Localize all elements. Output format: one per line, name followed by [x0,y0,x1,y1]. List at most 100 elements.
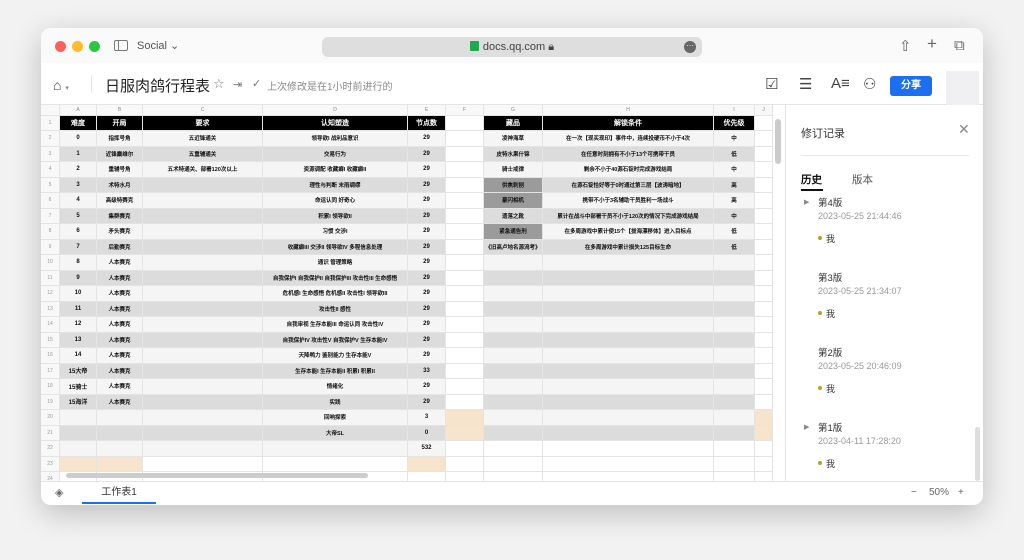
cell[interactable] [543,317,714,333]
cell[interactable]: 11 [60,301,97,317]
cell[interactable] [446,379,484,395]
cell[interactable]: 29 [408,131,446,147]
cell[interactable]: 29 [408,193,446,209]
cell[interactable]: 自我保护I 自我保护II 自我保护III 攻击性III 生命感悟 [263,270,408,286]
cell[interactable] [714,348,755,364]
row-header[interactable]: 3 [41,146,60,162]
sheet-tab[interactable]: 工作表1 [82,482,156,504]
cell[interactable] [446,301,484,317]
cell[interactable] [143,379,263,395]
cell[interactable] [755,301,773,317]
cell[interactable] [484,456,543,472]
row-header[interactable]: 8 [41,224,60,240]
cell[interactable]: 在一次【现买现印】事件中，连续投硬币不小于4次 [543,131,714,147]
header-cell[interactable]: 藏品 [484,115,543,131]
cell[interactable]: 15骑士 [60,379,97,395]
cell[interactable]: 29 [408,394,446,410]
cell[interactable] [714,379,755,395]
move-to-folder-icon[interactable]: ⇥ [233,78,242,91]
cell[interactable]: 29 [408,332,446,348]
cell[interactable]: 0 [60,131,97,147]
address-bar[interactable]: docs.qq.com 🔒︎ ··· [322,37,702,57]
row-header[interactable]: 23 [41,456,60,472]
cell[interactable]: 大帝SL [263,425,408,441]
cell[interactable] [543,348,714,364]
doc-title[interactable]: 日服肉鸽行程表 [105,75,210,96]
cell[interactable]: 29 [408,255,446,271]
cell[interactable]: 6 [60,224,97,240]
cell[interactable]: 33 [408,363,446,379]
cell[interactable] [714,317,755,333]
cell[interactable]: 1 [60,146,97,162]
cell[interactable]: 高级特赛克 [97,193,143,209]
cell[interactable] [446,208,484,224]
share-button[interactable]: 分享 [890,76,932,96]
version-name[interactable]: 第1版 [818,420,842,434]
cell[interactable]: 习惯 交涉I [263,224,408,240]
cell[interactable]: 自我保护IV 攻击性V 自我保护V 生存本能IV [263,332,408,348]
cell[interactable] [755,177,773,193]
cell[interactable]: 在多周游戏中累计损失125目标生命 [543,239,714,255]
cell[interactable] [714,363,755,379]
cell[interactable] [143,456,263,472]
cell[interactable] [446,286,484,302]
row-header[interactable]: 20 [41,410,60,426]
select-all-corner[interactable] [41,105,60,116]
cell[interactable] [755,270,773,286]
cell[interactable]: 3 [408,410,446,426]
cell[interactable] [484,286,543,302]
cell[interactable] [755,255,773,271]
cell[interactable]: 人本赛克 [97,255,143,271]
cell[interactable]: 12 [60,317,97,333]
cell[interactable] [143,177,263,193]
cell[interactable]: 携带不小于3名辅助干员胜利一场战斗 [543,193,714,209]
cell[interactable]: 集群赛克 [97,208,143,224]
cell[interactable] [446,363,484,379]
row-header[interactable]: 11 [41,270,60,286]
cell[interactable]: 人本赛克 [97,301,143,317]
cell[interactable] [543,363,714,379]
add-comment-icon[interactable]: ☑ [765,75,778,93]
cell[interactable]: 532 [408,441,446,457]
cell[interactable]: 中 [714,131,755,147]
cell[interactable]: 豪闪相机 [484,193,543,209]
cell[interactable] [755,131,773,147]
cell[interactable]: 5 [60,208,97,224]
panel-scrollbar[interactable] [975,427,980,481]
cell[interactable] [143,255,263,271]
column-header[interactable]: B [97,105,143,116]
cell[interactable] [484,301,543,317]
row-header[interactable]: 2 [41,131,60,147]
cell[interactable] [484,270,543,286]
cell[interactable]: 人本赛克 [97,332,143,348]
cell[interactable]: 10 [60,286,97,302]
cell[interactable] [543,332,714,348]
cell[interactable]: 矛头赛克 [97,224,143,240]
cell[interactable] [446,410,484,426]
cell[interactable]: 危机感I 生命感悟 危机感II 攻击性I 领导欲III [263,286,408,302]
cell[interactable] [755,348,773,364]
cell[interactable] [714,456,755,472]
cell[interactable]: 五术特通关、部署120次以上 [143,162,263,178]
row-header[interactable]: 14 [41,317,60,333]
add-collaborator-icon[interactable]: ⚇ [863,75,876,93]
cell[interactable]: 剩余不小于40源石锭时完成游戏结局 [543,162,714,178]
cell[interactable]: 情绪化 [263,379,408,395]
column-header[interactable]: A [60,105,97,116]
column-header[interactable]: H [543,105,714,116]
cell[interactable]: 术特水月 [97,177,143,193]
cell[interactable] [97,456,143,472]
cell[interactable] [60,425,97,441]
cell[interactable] [714,425,755,441]
cell[interactable] [446,472,484,481]
cell[interactable] [446,332,484,348]
row-header[interactable]: 19 [41,394,60,410]
cell[interactable] [143,410,263,426]
cell[interactable] [446,425,484,441]
cell[interactable] [543,472,714,481]
cell[interactable] [446,456,484,472]
cell[interactable]: 7 [60,239,97,255]
column-header[interactable]: I [714,105,755,116]
cell[interactable]: 29 [408,301,446,317]
cell[interactable] [143,363,263,379]
